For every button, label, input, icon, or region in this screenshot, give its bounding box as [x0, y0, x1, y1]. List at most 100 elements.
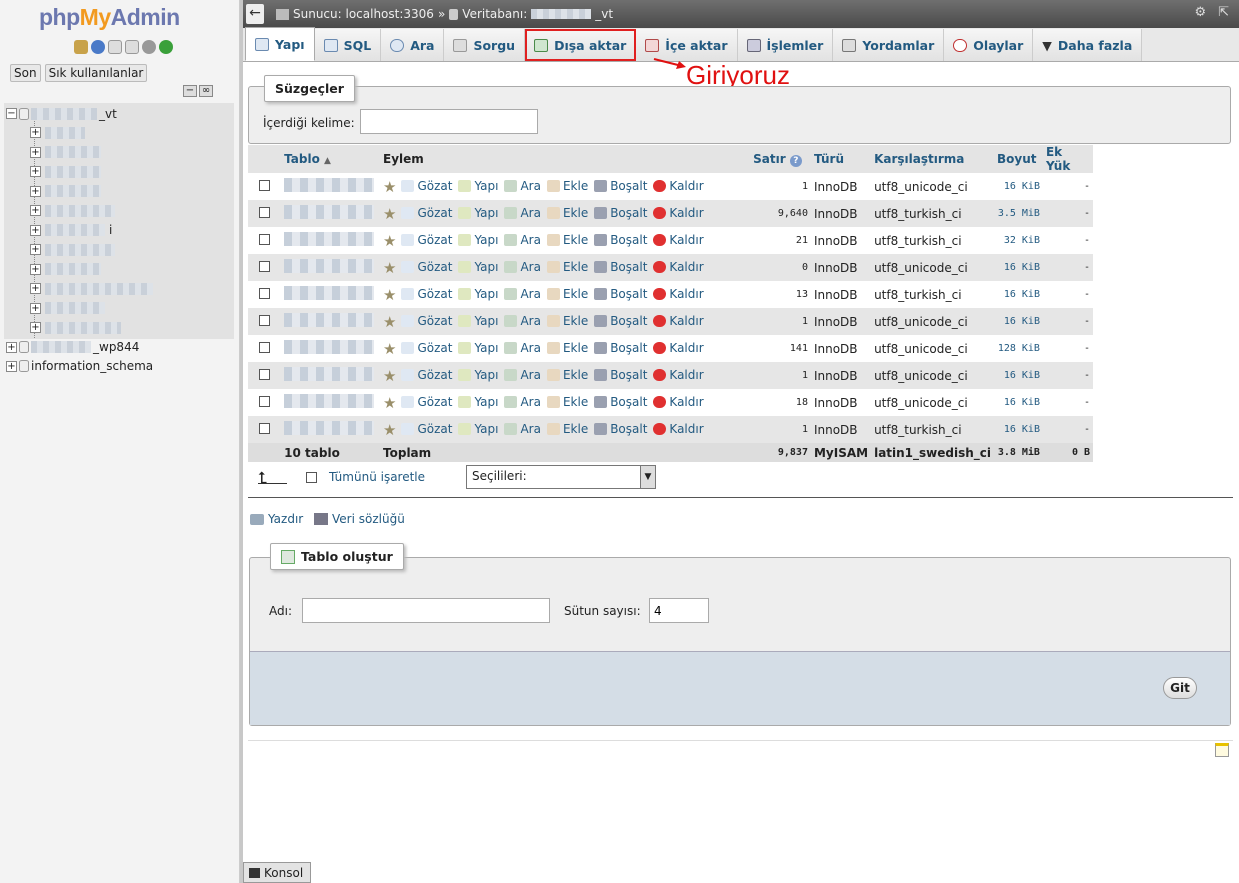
- action-browse[interactable]: Gözat: [401, 179, 452, 193]
- column-header-table[interactable]: Tablo ▲: [281, 145, 381, 173]
- row-checkbox[interactable]: [259, 179, 271, 191]
- db-item[interactable]: − _vt: [6, 104, 234, 123]
- tree-table-item[interactable]: +: [30, 240, 258, 260]
- action-search[interactable]: Ara: [504, 233, 541, 247]
- tab-query[interactable]: Sorgu: [444, 29, 526, 61]
- action-empty[interactable]: Boşalt: [594, 368, 647, 382]
- expand-icon[interactable]: +: [30, 205, 41, 217]
- row-checkbox[interactable]: [259, 314, 271, 326]
- column-header-collation[interactable]: Karşılaştırma: [871, 145, 995, 173]
- sql-docs-icon[interactable]: [125, 40, 139, 54]
- tab-more[interactable]: ▼ Daha fazla: [1033, 29, 1143, 61]
- action-search[interactable]: Ara: [504, 260, 541, 274]
- action-search[interactable]: Ara: [504, 287, 541, 301]
- expand-icon[interactable]: +: [30, 166, 41, 178]
- expand-icon[interactable]: +: [30, 322, 41, 334]
- collapse-top-icon[interactable]: ⇱: [1218, 5, 1229, 20]
- action-structure[interactable]: Yapı: [458, 341, 498, 355]
- action-structure[interactable]: Yapı: [458, 260, 498, 274]
- action-structure[interactable]: Yapı: [458, 395, 498, 409]
- action-drop[interactable]: Kaldır: [653, 341, 704, 355]
- action-search[interactable]: Ara: [504, 341, 541, 355]
- tree-table-item[interactable]: +: [30, 182, 258, 202]
- action-structure[interactable]: Yapı: [458, 368, 498, 382]
- action-browse[interactable]: Gözat: [401, 206, 452, 220]
- db-item[interactable]: + information_schema: [6, 357, 234, 376]
- action-insert[interactable]: Ekle: [546, 233, 588, 247]
- size-link[interactable]: 3.5 MiB: [994, 200, 1043, 227]
- size-link[interactable]: 128 KiB: [994, 335, 1043, 362]
- action-insert[interactable]: Ekle: [546, 179, 588, 193]
- row-checkbox[interactable]: [259, 287, 271, 299]
- action-drop[interactable]: Kaldır: [653, 206, 704, 220]
- database-link[interactable]: Veritabanı:: [462, 7, 527, 21]
- action-drop[interactable]: Kaldır: [653, 422, 704, 436]
- size-link[interactable]: 16 KiB: [994, 254, 1043, 281]
- size-link[interactable]: 16 KiB: [994, 362, 1043, 389]
- docs-icon[interactable]: [108, 40, 122, 54]
- favorite-star-icon[interactable]: ★: [383, 178, 396, 196]
- table-name-input[interactable]: [302, 598, 550, 623]
- table-name-link[interactable]: [284, 286, 375, 300]
- server-link[interactable]: Sunucu: localhost:3306: [293, 7, 434, 21]
- favorite-star-icon[interactable]: ★: [383, 367, 396, 385]
- action-search[interactable]: Ara: [504, 395, 541, 409]
- settings-gear-icon[interactable]: ⚙: [1194, 5, 1206, 20]
- action-empty[interactable]: Boşalt: [594, 260, 647, 274]
- action-drop[interactable]: Kaldır: [653, 260, 704, 274]
- tree-table-item[interactable]: +: [30, 299, 258, 319]
- tab-structure[interactable]: Yapı: [245, 27, 315, 61]
- tab-operations[interactable]: İşlemler: [737, 29, 834, 61]
- table-name-link[interactable]: [284, 205, 375, 219]
- action-browse[interactable]: Gözat: [401, 287, 452, 301]
- action-empty[interactable]: Boşalt: [594, 395, 647, 409]
- db-item[interactable]: + _wp844: [6, 338, 234, 357]
- size-link[interactable]: 32 KiB: [994, 227, 1043, 254]
- action-browse[interactable]: Gözat: [401, 233, 452, 247]
- table-name-link[interactable]: [284, 340, 375, 354]
- home-icon[interactable]: [74, 40, 88, 54]
- action-empty[interactable]: Boşalt: [594, 287, 647, 301]
- tab-routines[interactable]: Yordamlar: [833, 29, 945, 61]
- print-link[interactable]: Yazdır: [250, 512, 303, 526]
- action-structure[interactable]: Yapı: [458, 179, 498, 193]
- tree-table-item[interactable]: +: [30, 143, 258, 163]
- action-drop[interactable]: Kaldır: [653, 314, 704, 328]
- column-count-input[interactable]: [649, 598, 709, 623]
- action-insert[interactable]: Ekle: [546, 368, 588, 382]
- size-link[interactable]: 16 KiB: [994, 281, 1043, 308]
- action-browse[interactable]: Gözat: [401, 341, 452, 355]
- reload-icon[interactable]: [159, 40, 173, 54]
- table-name-link[interactable]: [284, 367, 375, 381]
- expand-icon[interactable]: +: [30, 146, 41, 158]
- favorite-star-icon[interactable]: ★: [383, 313, 396, 331]
- action-browse[interactable]: Gözat: [401, 314, 452, 328]
- tree-table-item[interactable]: +: [30, 318, 258, 338]
- action-search[interactable]: Ara: [504, 368, 541, 382]
- recent-tables-button[interactable]: Son: [10, 64, 41, 82]
- go-button[interactable]: Git: [1163, 677, 1197, 699]
- table-name-link[interactable]: [284, 421, 375, 435]
- column-header-overhead[interactable]: Ek Yük: [1042, 145, 1093, 173]
- action-browse[interactable]: Gözat: [401, 368, 452, 382]
- favorite-star-icon[interactable]: ★: [383, 421, 396, 439]
- check-all-label[interactable]: Tümünü işaretle: [329, 470, 425, 484]
- action-empty[interactable]: Boşalt: [594, 179, 647, 193]
- size-link[interactable]: 16 KiB: [994, 416, 1043, 443]
- collapse-all-icon[interactable]: −: [183, 85, 197, 97]
- expand-icon[interactable]: +: [30, 283, 41, 295]
- action-search[interactable]: Ara: [504, 422, 541, 436]
- panel-splitter[interactable]: [240, 0, 243, 883]
- tree-table-item[interactable]: +: [30, 162, 258, 182]
- favorite-star-icon[interactable]: ★: [383, 205, 396, 223]
- table-name-link[interactable]: [284, 232, 375, 246]
- column-header-type[interactable]: Türü: [810, 145, 872, 173]
- tab-sql[interactable]: SQL: [314, 29, 382, 61]
- action-structure[interactable]: Yapı: [458, 422, 498, 436]
- table-name-link[interactable]: [284, 394, 375, 408]
- action-drop[interactable]: Kaldır: [653, 287, 704, 301]
- expand-icon[interactable]: +: [30, 244, 41, 256]
- row-checkbox[interactable]: [259, 422, 271, 434]
- action-insert[interactable]: Ekle: [546, 395, 588, 409]
- with-selected-select[interactable]: Seçilileri: ▼: [466, 465, 656, 489]
